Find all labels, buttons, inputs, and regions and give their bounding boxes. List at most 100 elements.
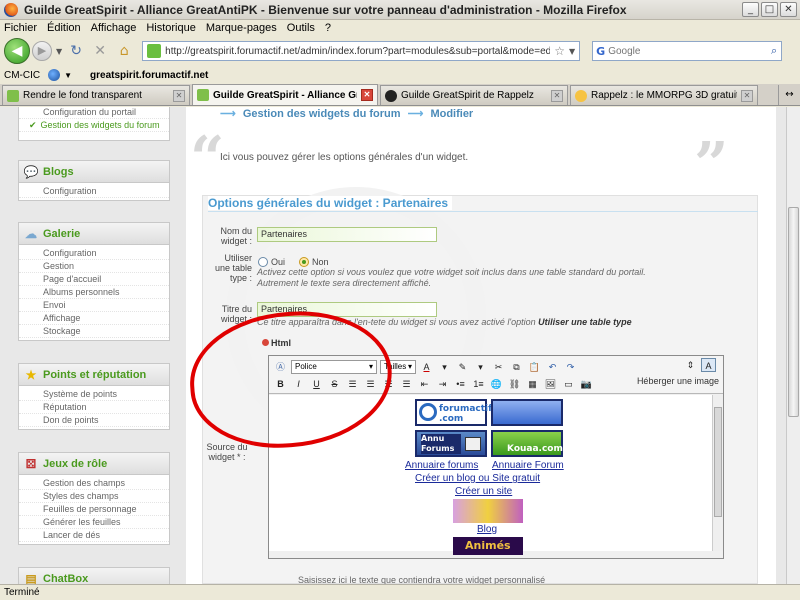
sidebar-item-galerie-affichage[interactable]: Affichage xyxy=(19,312,169,325)
sidebar-item-gestion-widgets[interactable]: ✔ Gestion des widgets du forum xyxy=(19,119,169,132)
editor-content-area[interactable]: forumactif .com Annu Forums Kouaa.com An… xyxy=(269,395,713,555)
sidebar-item-galerie-envoi[interactable]: Envoi xyxy=(19,299,169,312)
link-annuaire-forums[interactable]: Annuaire forums xyxy=(405,460,478,471)
url-bar[interactable]: http://greatspirit.forumactif.net/admin/… xyxy=(142,41,581,61)
link-creer-site[interactable]: Créer un site xyxy=(455,486,512,497)
url-dropdown-icon[interactable]: ▼ xyxy=(569,47,575,56)
text-color-dropdown-icon[interactable]: ▾ xyxy=(437,360,452,374)
sidebar-item-galerie-stockage[interactable]: Stockage xyxy=(19,325,169,338)
highlight-icon[interactable]: ✎ xyxy=(455,360,470,374)
highlight-dropdown-icon[interactable]: ▾ xyxy=(473,360,488,374)
align-right-icon[interactable]: ☰ xyxy=(381,377,396,391)
sidebar-item-config-portail[interactable]: Configuration du portail xyxy=(19,107,169,119)
sidebar-item-feuilles-perso[interactable]: Feuilles de personnage xyxy=(19,503,169,516)
tab-close-icon[interactable]: ✕ xyxy=(361,89,373,101)
tab-rappelz-mmorpg[interactable]: Rappelz : le MMORPG 3D gratuit dans... ✕ xyxy=(570,85,758,105)
link-creer-blog[interactable]: Créer un blog ou Site gratuit xyxy=(415,473,540,484)
widget-title-input[interactable]: Partenaires xyxy=(257,302,437,317)
reload-icon[interactable]: ↻ xyxy=(66,41,86,61)
sidebar-item-styles-champs[interactable]: Styles des champs xyxy=(19,490,169,503)
justify-icon[interactable]: ☰ xyxy=(399,377,414,391)
tab-close-icon[interactable]: ✕ xyxy=(551,89,563,102)
menu-historique[interactable]: Historique xyxy=(146,22,196,34)
sidebar-item-reputation[interactable]: Réputation xyxy=(19,401,169,414)
sidebar-item-don-points[interactable]: Don de points xyxy=(19,414,169,427)
banner-blank[interactable] xyxy=(491,399,563,426)
radio-non-circle[interactable] xyxy=(299,257,309,267)
banner-forumactif[interactable]: forumactif .com xyxy=(415,399,492,426)
redo-icon[interactable]: ↷ xyxy=(563,360,578,374)
minimize-button[interactable]: _ xyxy=(742,2,759,17)
sidebar-item-blogs-config[interactable]: Configuration xyxy=(19,185,169,198)
tab-list-arrows-icon[interactable]: ↔ xyxy=(778,85,800,105)
radio-oui-circle[interactable] xyxy=(258,257,268,267)
undo-icon[interactable]: ↶ xyxy=(545,360,560,374)
link-annuaire-forum[interactable]: Annuaire Forum xyxy=(492,460,564,471)
bookmark-dropdown-icon[interactable]: ▼ xyxy=(64,71,72,80)
menu-help[interactable]: ? xyxy=(325,22,331,34)
page-scrollbar-thumb[interactable] xyxy=(788,207,799,417)
unlink-icon[interactable]: ⛓ xyxy=(507,377,522,391)
font-select[interactable]: Police ▾ xyxy=(291,360,377,374)
camera-icon[interactable]: 📷 xyxy=(579,377,594,391)
table-icon[interactable]: ▦ xyxy=(525,377,540,391)
link-blog[interactable]: Blog xyxy=(477,524,497,535)
tab-close-icon[interactable]: ✕ xyxy=(173,89,185,102)
tab-guilde-alliance[interactable]: Guilde GreatSpirit - Alliance Gre... ✕ xyxy=(192,84,378,105)
back-button[interactable]: ◀ xyxy=(4,38,30,64)
page-scrollbar[interactable] xyxy=(786,107,800,584)
resize-icon[interactable]: ⇕ xyxy=(683,358,698,372)
bold-icon[interactable]: B xyxy=(273,377,288,391)
upload-image-link[interactable]: Héberger une image xyxy=(637,376,719,386)
google-icon[interactable]: G xyxy=(596,45,605,58)
radio-oui[interactable]: Oui xyxy=(258,257,285,267)
indent-less-icon[interactable]: ⇤ xyxy=(417,377,432,391)
sidebar-item-galerie-config[interactable]: Configuration xyxy=(19,247,169,260)
menu-edition[interactable]: Édition xyxy=(47,22,81,34)
breadcrumb-widgets[interactable]: Gestion des widgets du forum xyxy=(243,108,401,120)
align-left-icon[interactable]: ☰ xyxy=(345,377,360,391)
history-dropdown-icon[interactable]: ▼ xyxy=(56,47,62,56)
bookmark-cmcic[interactable]: CM-CIC xyxy=(4,70,40,81)
breadcrumb-modifier[interactable]: Modifier xyxy=(430,108,473,120)
stop-icon[interactable]: ✕ xyxy=(90,41,110,61)
editor-scrollbar[interactable] xyxy=(712,395,723,551)
menu-marque-pages[interactable]: Marque-pages xyxy=(206,22,277,34)
banner-blog-image[interactable] xyxy=(453,499,523,523)
search-box[interactable]: G ⌕ xyxy=(592,41,783,61)
bookmark-star-icon[interactable]: ☆ xyxy=(554,44,565,58)
sidebar-item-galerie-accueil[interactable]: Page d'accueil xyxy=(19,273,169,286)
banner-kouaa[interactable]: Kouaa.com xyxy=(491,430,563,457)
sidebar-item-galerie-albums[interactable]: Albums personnels xyxy=(19,286,169,299)
banner-annu-forums[interactable]: Annu Forums xyxy=(415,430,487,457)
list-number-icon[interactable]: 1≡ xyxy=(471,377,486,391)
home-icon[interactable]: ⌂ xyxy=(114,41,134,61)
tab-guilde-rappelz[interactable]: Guilde GreatSpirit de Rappelz ✕ xyxy=(380,85,568,105)
size-select[interactable]: Tailles ▾ xyxy=(380,360,416,374)
indent-more-icon[interactable]: ⇥ xyxy=(435,377,450,391)
align-center-icon[interactable]: ☰ xyxy=(363,377,378,391)
menu-affichage[interactable]: Affichage xyxy=(91,22,137,34)
bookmark-site[interactable]: greatspirit.forumactif.net xyxy=(90,70,208,81)
sidebar-item-gestion-champs[interactable]: Gestion des champs xyxy=(19,477,169,490)
menu-outils[interactable]: Outils xyxy=(287,22,315,34)
html-toggle[interactable]: Html xyxy=(262,338,291,348)
wysiwyg-toggle-icon[interactable]: A xyxy=(701,358,716,372)
copy-icon[interactable]: ⧉ xyxy=(509,360,524,374)
list-bullet-icon[interactable]: •≡ xyxy=(453,377,468,391)
editor-scrollbar-thumb[interactable] xyxy=(714,407,722,517)
radio-non[interactable]: Non xyxy=(299,257,329,267)
search-input[interactable] xyxy=(608,45,749,57)
strike-icon[interactable]: S xyxy=(327,377,342,391)
tab-close-icon[interactable]: ✕ xyxy=(741,89,753,102)
url-text[interactable]: http://greatspirit.forumactif.net/admin/… xyxy=(165,46,550,57)
underline-icon[interactable]: U xyxy=(309,377,324,391)
tab-rendre-fond[interactable]: Rendre le fond transparent ✕ xyxy=(2,85,190,105)
paste-icon[interactable]: 📋 xyxy=(527,360,542,374)
banner-animes[interactable]: Animés xyxy=(453,537,523,555)
sidebar-item-galerie-gestion[interactable]: Gestion xyxy=(19,260,169,273)
image-icon[interactable]: 🖼 xyxy=(543,377,558,391)
sidebar-item-lancer-des[interactable]: Lancer de dés xyxy=(19,529,169,542)
text-color-icon[interactable]: A xyxy=(419,360,434,374)
forward-button[interactable]: ▶ xyxy=(32,41,52,61)
